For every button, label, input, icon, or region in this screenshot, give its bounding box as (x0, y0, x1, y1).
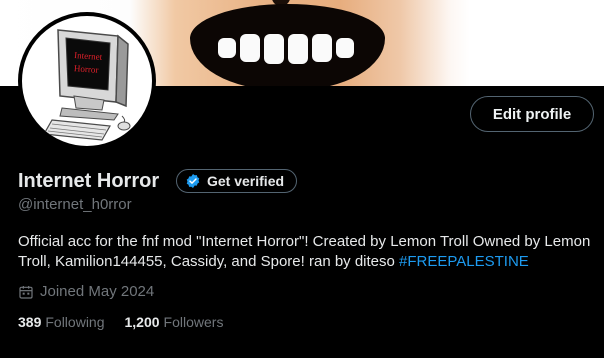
get-verified-label: Get verified (207, 173, 285, 189)
profile-handle: @internet_h0rror (18, 196, 132, 213)
bio-hashtag-link[interactable]: #FREEPALESTINE (399, 253, 529, 270)
following-link[interactable]: 389 Following (18, 314, 105, 330)
avatar-screen-text: Internet (74, 50, 103, 62)
tooth (288, 34, 308, 64)
tooth (264, 34, 284, 64)
tooth (218, 38, 236, 58)
edit-profile-button[interactable]: Edit profile (470, 96, 594, 132)
joined-date: Joined May 2024 (18, 283, 154, 300)
tooth (312, 34, 332, 62)
following-count: 389 (18, 314, 42, 330)
get-verified-button[interactable]: Get verified (176, 169, 298, 193)
tooth (336, 38, 354, 58)
banner-face-mouth (190, 4, 385, 86)
verified-badge-icon (186, 174, 200, 188)
follow-stats: 389 Following 1,200 Followers (18, 314, 223, 330)
profile-display-name: Internet Horror (18, 170, 160, 192)
profile-bio: Official acc for the fnf mod "Internet H… (18, 232, 593, 272)
followers-count: 1,200 (124, 314, 160, 330)
joined-label: Joined May 2024 (40, 283, 155, 300)
computer-avatar-image: Internet Horror (43, 29, 131, 141)
avatar-screen-text: Horror (74, 63, 99, 75)
following-label: Following (45, 314, 105, 330)
followers-label: Followers (163, 314, 224, 330)
tooth (240, 34, 260, 62)
profile-avatar[interactable]: Internet Horror (18, 12, 156, 150)
followers-link[interactable]: 1,200 Followers (125, 314, 224, 330)
calendar-icon (19, 285, 33, 299)
